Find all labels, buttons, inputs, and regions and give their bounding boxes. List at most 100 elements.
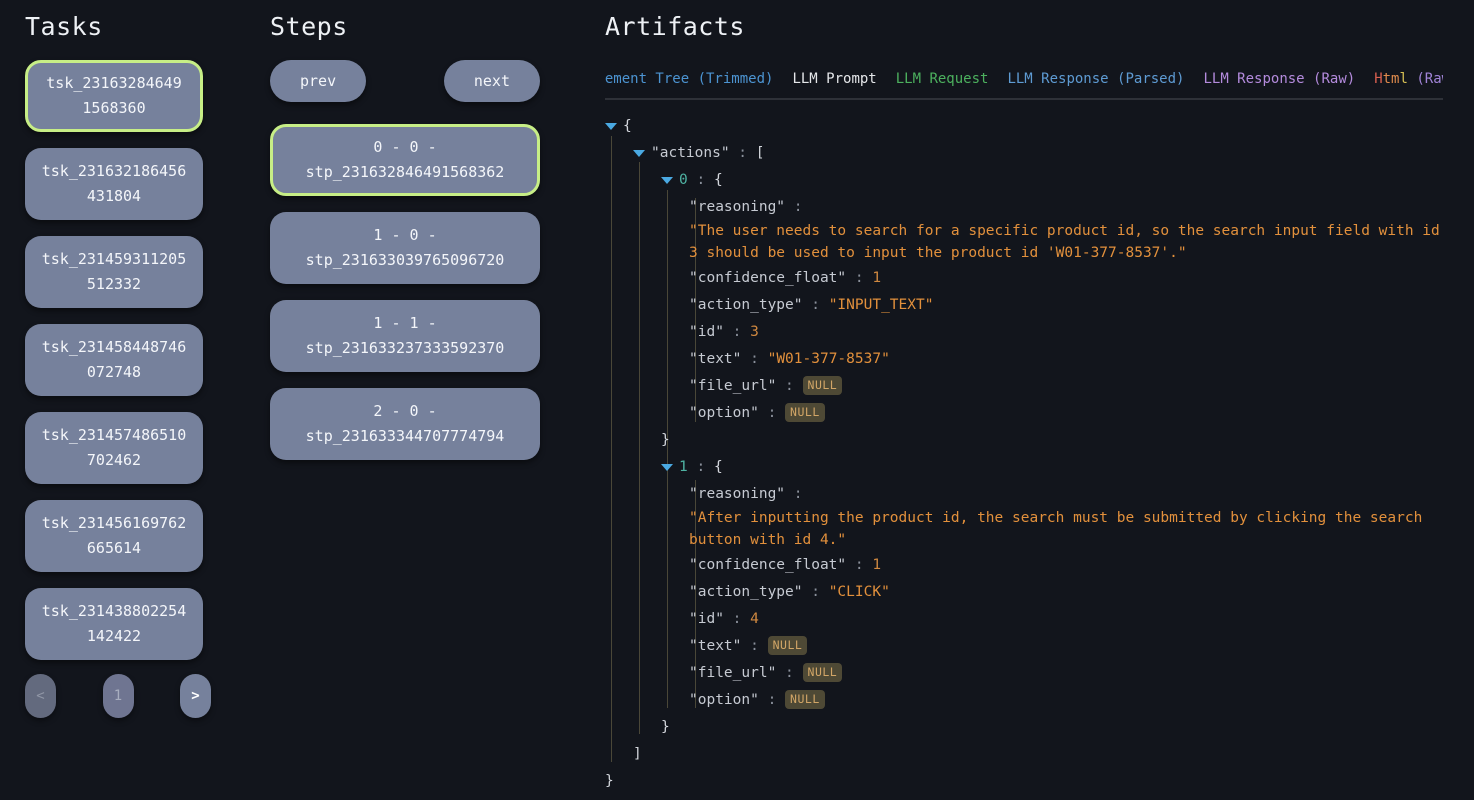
next-step-button[interactable]: next	[444, 60, 540, 102]
steps-title: Steps	[270, 12, 540, 42]
step-label-line: stp_231633237333592370	[306, 336, 505, 361]
task-button-tsk-231632186456431804[interactable]: tsk_231632186456431804	[25, 148, 203, 220]
collapse-toggle-icon[interactable]	[633, 146, 645, 160]
json-token-colon: :	[776, 378, 802, 394]
steps-nav: prev next	[270, 60, 540, 102]
json-line: button with id 4."	[605, 529, 1455, 551]
artifacts-tabbar: Element Tree (Trimmed) LLM Prompt LLM Requ…	[605, 68, 1443, 100]
collapse-toggle-icon[interactable]	[605, 119, 617, 133]
collapse-toggle-icon[interactable]	[661, 173, 673, 187]
tab-label-part: H	[1374, 71, 1382, 87]
json-tree-view: {"actions" : [0 : {"reasoning" :"The use…	[605, 112, 1455, 800]
json-line: "id" : 3	[605, 318, 1455, 345]
json-token-key: "confidence_float"	[689, 557, 846, 573]
json-token-key: "file_url"	[689, 378, 776, 394]
json-token-colon: :	[846, 557, 872, 573]
task-label-line: tsk_23163284649	[46, 71, 181, 96]
json-token-key: "text"	[689, 638, 741, 654]
json-token-str: "The user needs to search for a specific…	[689, 223, 1440, 239]
json-token-str: "W01-377-8537"	[768, 351, 890, 367]
json-token-colon: :	[776, 665, 802, 681]
json-token-num: 3	[750, 324, 759, 340]
steps-panel: Steps prev next 0 - 0 -stp_2316328464915…	[270, 12, 540, 476]
json-line: "confidence_float" : 1	[605, 264, 1455, 291]
null-badge: NULL	[803, 376, 843, 395]
json-token-colon: :	[759, 692, 785, 708]
task-button-tsk-231459311205512332[interactable]: tsk_231459311205512332	[25, 236, 203, 308]
task-label-line: tsk_231456169762	[42, 511, 187, 536]
json-token-key: "reasoning"	[689, 486, 785, 502]
tab-llm-response-raw[interactable]: LLM Response (Raw)	[1203, 70, 1355, 100]
json-token-colon: :	[724, 611, 750, 627]
json-token-punct: ]	[633, 746, 642, 762]
pagination-prev-button[interactable]: <	[25, 674, 56, 718]
task-label-line: 665614	[87, 536, 141, 561]
step-label-line: 0 - 0 -	[373, 135, 436, 160]
json-token-punct: {	[623, 118, 632, 134]
tab-llm-response-parsed[interactable]: LLM Response (Parsed)	[1007, 70, 1184, 100]
null-badge: NULL	[785, 403, 825, 422]
task-button-tsk-231457486510702462[interactable]: tsk_231457486510702462	[25, 412, 203, 484]
null-badge: NULL	[768, 636, 808, 655]
json-token-punct: {	[714, 172, 723, 188]
step-button-stp-231633344707774794[interactable]: 2 - 0 -stp_231633344707774794	[270, 388, 540, 460]
task-label-line: tsk_231632186456	[42, 159, 187, 184]
json-tree-lines: {"actions" : [0 : {"reasoning" :"The use…	[605, 112, 1455, 794]
task-button-tsk-231458448746072748[interactable]: tsk_231458448746072748	[25, 324, 203, 396]
json-token-punct: [	[756, 145, 765, 161]
step-label-line: 1 - 1 -	[373, 311, 436, 336]
json-token-key: "id"	[689, 324, 724, 340]
task-button-tsk-231632846491568360[interactable]: tsk_231632846491568360	[25, 60, 203, 132]
tab-label-part: tm	[1383, 71, 1400, 87]
tab-llm-prompt[interactable]: LLM Prompt	[792, 70, 876, 100]
step-label-line: stp_231633344707774794	[306, 424, 505, 449]
json-token-num: 1	[872, 270, 881, 286]
pagination-next-button[interactable]: >	[180, 674, 211, 718]
step-button-stp-231632846491568362[interactable]: 0 - 0 -stp_231632846491568362	[270, 124, 540, 196]
artifacts-title: Artifacts	[605, 12, 1443, 42]
json-token-colon: :	[688, 459, 714, 475]
json-token-key: "action_type"	[689, 297, 803, 313]
step-list: 0 - 0 -stp_2316328464915683621 - 0 -stp_…	[270, 124, 540, 460]
json-token-key: "text"	[689, 351, 741, 367]
task-label-line: 072748	[87, 360, 141, 385]
task-label-line: 512332	[87, 272, 141, 297]
json-token-colon: :	[724, 324, 750, 340]
json-line: "action_type" : "INPUT_TEXT"	[605, 291, 1455, 318]
json-token-colon: :	[730, 145, 756, 161]
json-token-key: "id"	[689, 611, 724, 627]
json-token-colon: :	[688, 172, 714, 188]
task-button-tsk-231438802254142422[interactable]: tsk_231438802254142422	[25, 588, 203, 660]
tab-element-tree-trimmed[interactable]: Element Tree (Trimmed)	[605, 70, 773, 100]
task-label-line: tsk_231457486510	[42, 423, 187, 448]
task-label-line: 1568360	[82, 96, 145, 121]
json-token-key: "option"	[689, 692, 759, 708]
json-token-colon: :	[785, 486, 802, 502]
prev-step-button[interactable]: prev	[270, 60, 366, 102]
step-label-line: 1 - 0 -	[373, 223, 436, 248]
json-token-str: "INPUT_TEXT"	[829, 297, 934, 313]
pagination-page-1-button[interactable]: 1	[103, 674, 134, 718]
task-label-line: 431804	[87, 184, 141, 209]
tab-llm-request[interactable]: LLM Request	[896, 70, 989, 100]
json-token-colon: :	[803, 584, 829, 600]
json-token-str: "After inputting the product id, the sea…	[689, 510, 1422, 526]
tasks-panel: Tasks tsk_231632846491568360tsk_23163218…	[25, 12, 203, 676]
step-button-stp-231633039765096720[interactable]: 1 - 0 -stp_231633039765096720	[270, 212, 540, 284]
task-button-tsk-231456169762665614[interactable]: tsk_231456169762665614	[25, 500, 203, 572]
json-token-key: "confidence_float"	[689, 270, 846, 286]
task-label-line: tsk_231458448746	[42, 335, 187, 360]
json-token-punct: }	[661, 719, 670, 735]
tasks-pagination: < 1 >	[25, 674, 211, 718]
json-token-colon: :	[759, 405, 785, 421]
json-line: }	[605, 767, 1455, 794]
step-button-stp-231633237333592370[interactable]: 1 - 1 -stp_231633237333592370	[270, 300, 540, 372]
collapse-toggle-icon[interactable]	[661, 460, 673, 474]
json-line: "confidence_float" : 1	[605, 551, 1455, 578]
tab-html-raw[interactable]: Html (Raw)	[1374, 70, 1443, 100]
json-token-index: 1	[679, 459, 688, 475]
task-label-line: tsk_231438802254	[42, 599, 187, 624]
json-line: "option" : NULL	[605, 399, 1455, 426]
json-line: "The user needs to search for a specific…	[605, 220, 1455, 242]
json-line: 3 should be used to input the product id…	[605, 242, 1455, 264]
